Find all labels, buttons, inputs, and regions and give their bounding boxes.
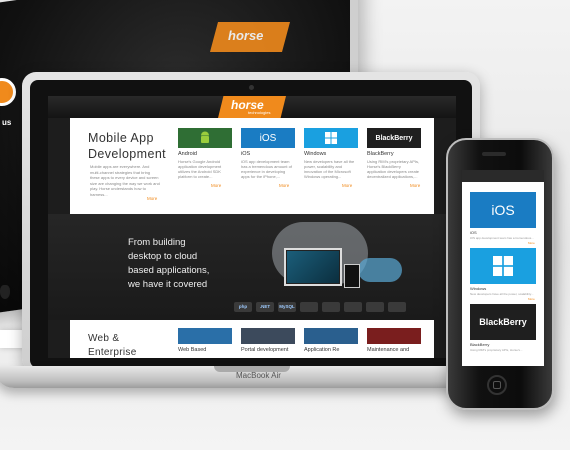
cloud-small-graphic [358,258,402,282]
tile-more-link[interactable]: More [410,183,421,188]
web-title-line2: Enterprise [88,347,137,358]
phone-tile-label: Windows [470,286,487,291]
tile-label: BlackBerry [367,151,394,157]
hero-line: desktop to cloud [128,251,198,262]
tile-description: Horse's Google Android application devel… [178,159,222,179]
apple-icon: iOS [241,128,295,148]
phone-header [462,170,544,182]
dotnet-icon: .NET [256,302,274,312]
phone-tile-more[interactable]: More [528,297,536,301]
service-image [304,328,358,344]
platform-tile-android[interactable]: Android Horse's Google Android applicati… [178,128,232,188]
mobile-more-link[interactable]: More [147,196,157,201]
phone-speaker [482,152,506,156]
apple-icon: iOS [470,192,536,228]
laptop-brand-label: MacBook Air [236,371,281,380]
mobile-title-line1: Mobile App [88,131,154,145]
tile-description: New developers have all the power, scala… [304,159,355,179]
wordpress-icon [388,302,406,312]
apple-icon [0,285,10,299]
tile-image-text: iOS [259,132,277,144]
service-tile[interactable]: Web Based [178,328,232,353]
phone-tile-more[interactable]: More [528,241,536,245]
php-icon: php [234,302,252,312]
tile-label: Android [178,151,197,157]
hero-line: From building [128,237,186,248]
phone-tile-image-text: iOS [491,202,515,218]
service-tile[interactable]: Portal development [241,328,295,353]
tech-icon [366,302,384,312]
tile-image-text: BlackBerry [375,134,413,142]
hero-text: From building desktop to cloud based app… [128,236,209,292]
service-image [241,328,295,344]
phone-tile-windows[interactable]: Windows New developers have all the powe… [470,248,536,301]
android-icon [178,128,232,148]
mysql-icon: MySQL [278,302,296,312]
tile-label: Windows [304,151,327,157]
platform-tile-ios[interactable]: iOS iOS iOS app development team has a t… [241,128,295,188]
phone-tile-ios[interactable]: iOS iOS iOS app development team has a t… [470,192,536,245]
service-label: Web Based [178,347,207,353]
blackberry-icon: BlackBerry [367,128,421,148]
tile-description: Using RIM's proprietary APIs, Horse's Bl… [367,159,420,179]
home-icon [493,381,501,389]
tech-icon [322,302,340,312]
tile-more-link[interactable]: More [211,183,232,188]
windows-icon [470,248,536,284]
monitor-screen-graphic [287,251,339,283]
web-title-line1: Web & [88,333,120,344]
phone-tile-blackberry[interactable]: BlackBerry BlackBerry Using RIM's propri… [470,304,536,352]
tile-description: iOS app development team has a tremendou… [241,159,292,179]
background-logo-text: horse [228,28,264,43]
mobile-title-line2: Development [88,147,167,161]
blackberry-icon: BlackBerry [470,304,536,340]
tile-more-link[interactable]: More [342,183,358,188]
laptop-screen: horse technologies Mobile App Developmen… [48,96,456,358]
tile-label: iOS [241,151,251,157]
tile-more-link[interactable]: More [279,183,295,188]
html5-icon [344,302,362,312]
service-tile[interactable]: Maintenance and [367,328,421,353]
hero-line: we have it covered [128,279,208,290]
background-tab-label: us [2,118,12,127]
tablet-graphic [344,264,360,288]
phone-tile-image-text: BlackBerry [479,317,527,327]
mobile-section-description: Mobile apps are everywhere. And multi-ch… [90,164,160,197]
phone-tile-desc: iOS app development team has a tremendou… [470,236,534,240]
service-tile[interactable]: Application Re [304,328,358,353]
phone-tile-desc: New developers have all the power, scala… [470,292,534,296]
service-image [367,328,421,344]
platform-tile-blackberry[interactable]: BlackBerry BlackBerry Using RIM's propri… [367,128,421,188]
tech-icon [300,302,318,312]
phone-tile-label: iOS [470,230,477,235]
service-label: Portal development [241,347,289,353]
phone-screen: iOS iOS iOS app development team has a t… [462,170,544,366]
site-logo-subtitle: technologies [248,110,271,115]
windows-icon [304,128,358,148]
phone-tile-desc: Using RIM's proprietary APIs, Horse's... [470,348,523,352]
camera-icon [249,85,254,90]
web-section-title: Web & Enterprise [88,332,137,358]
service-label: Application Re [304,347,340,353]
mobile-section-title: Mobile App Development [88,130,166,162]
background-logo: horse [210,22,290,52]
hero-line: based applications, [128,265,210,276]
service-label: Maintenance and [367,347,410,353]
phone-tile-label: BlackBerry [470,342,490,347]
platform-tile-windows[interactable]: Windows New developers have all the powe… [304,128,358,188]
service-image [178,328,232,344]
